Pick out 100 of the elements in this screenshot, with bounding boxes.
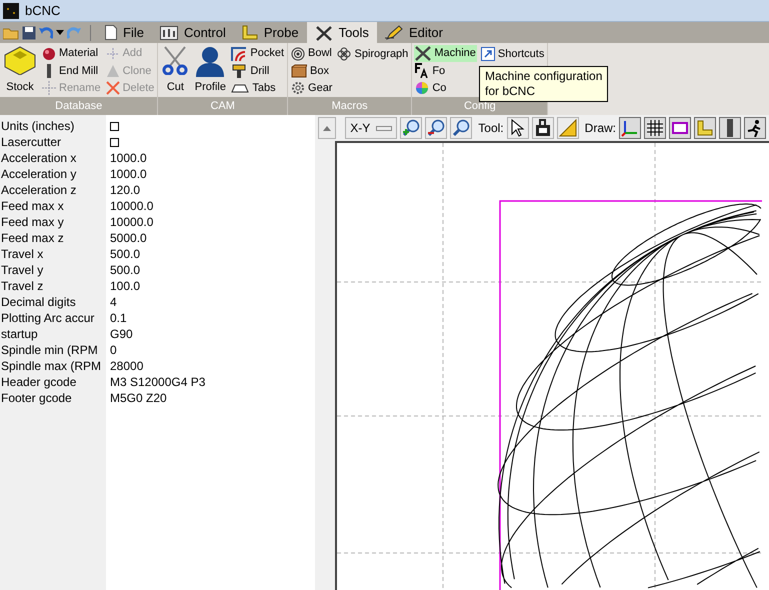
pointer-icon xyxy=(510,119,525,137)
property-label: Units (inches) xyxy=(0,118,76,134)
axes-button[interactable] xyxy=(619,117,641,139)
ribbon-button[interactable]: Gear xyxy=(290,80,334,97)
group-label: Macros xyxy=(288,97,412,115)
ruler-icon xyxy=(242,25,258,40)
checkbox[interactable] xyxy=(110,122,119,130)
tab[interactable]: Tools xyxy=(306,22,377,43)
scroll-up-button[interactable] xyxy=(318,117,336,139)
ribbon-button[interactable]: Co xyxy=(414,80,477,97)
property-value: 500.0 xyxy=(110,246,140,262)
property-value: 120.0 xyxy=(110,182,140,198)
pocket-icon xyxy=(231,46,248,61)
zoom-fit-button[interactable] xyxy=(450,117,472,139)
dropdown-caret-icon xyxy=(56,30,64,36)
set-square-button[interactable] xyxy=(556,117,579,139)
arrow-box-icon xyxy=(480,47,495,61)
property-label: startup xyxy=(0,326,39,342)
group-label: Database xyxy=(0,97,158,115)
ribbon-button[interactable]: End Mill xyxy=(41,62,102,80)
toolbar-label: Tool: xyxy=(478,120,504,137)
ribbon-button[interactable]: Bowl xyxy=(290,45,334,62)
tab[interactable]: Control xyxy=(152,22,234,43)
flower-pattern-icon xyxy=(337,47,352,61)
property-value: 1000.0 xyxy=(110,150,147,166)
property-label: Plotting Arc accur xyxy=(0,310,96,326)
property-label: Acceleration x xyxy=(0,150,78,166)
property-value: 5000.0 xyxy=(110,230,147,246)
property-label: Travel y xyxy=(0,262,44,278)
bowl-icon xyxy=(291,46,306,61)
running-man-button[interactable] xyxy=(744,117,766,139)
zoom-fit-icon xyxy=(452,119,470,137)
grid-button[interactable] xyxy=(644,117,666,139)
ribbon-button[interactable]: Tabs xyxy=(230,80,286,97)
ruler-icon xyxy=(697,120,713,136)
ribbon-button[interactable]: Shortcuts xyxy=(480,45,546,63)
pointer-button[interactable] xyxy=(506,117,529,139)
save-icon xyxy=(22,26,36,40)
control-panel-icon xyxy=(160,26,178,40)
tooltip: Machine configuration for bCNC xyxy=(479,66,608,102)
app-icon xyxy=(3,2,19,18)
open-folder-icon xyxy=(3,26,19,40)
delete-icon xyxy=(106,81,120,96)
margin-icon xyxy=(672,122,688,134)
ribbon-button[interactable]: Stock xyxy=(2,45,38,95)
view-selector[interactable]: X-Y xyxy=(345,117,398,139)
property-value: 0.1 xyxy=(110,310,127,326)
ribbon-button[interactable]: Pocket xyxy=(230,45,286,62)
color-wheel-icon xyxy=(415,81,430,96)
property-value: 0 xyxy=(110,342,117,358)
property-label: Header gcode xyxy=(0,374,78,390)
property-label: Acceleration z xyxy=(0,182,78,198)
gear-icon xyxy=(291,81,306,96)
property-label: Feed max x xyxy=(0,198,65,214)
end-mill-button[interactable] xyxy=(719,117,741,139)
person-silhouette-icon xyxy=(194,45,226,77)
ribbon-button[interactable]: Fo xyxy=(414,62,477,80)
add-icon xyxy=(106,46,120,61)
property-label: Spindle max (RPM xyxy=(0,358,102,374)
property-label: Lasercutter xyxy=(0,134,62,150)
property-value: 10000.0 xyxy=(110,214,154,230)
box-icon xyxy=(291,64,308,78)
property-label: Acceleration y xyxy=(0,166,78,182)
zoom-out-icon xyxy=(427,119,446,137)
property-label: Travel x xyxy=(0,246,44,262)
redo-icon xyxy=(67,26,81,40)
pencil-icon xyxy=(384,25,403,40)
tab-shape-icon xyxy=(231,83,250,94)
window-title: bCNC xyxy=(25,2,60,20)
ribbon-button[interactable]: Machine xyxy=(414,45,477,62)
zoom-out-button[interactable] xyxy=(425,117,448,139)
margin-button[interactable] xyxy=(669,117,691,139)
zoom-in-button[interactable] xyxy=(400,117,422,139)
stock-block-icon xyxy=(3,45,37,75)
property-value: 28000 xyxy=(110,358,144,374)
property-value: 4 xyxy=(110,294,117,310)
group-label: CAM xyxy=(158,97,288,115)
scissors-icon xyxy=(161,45,190,75)
tab[interactable]: Probe xyxy=(234,22,307,43)
ribbon-button[interactable]: Profile xyxy=(193,45,228,95)
ball-icon xyxy=(42,46,56,61)
property-label: Spindle min (RPM xyxy=(0,342,99,358)
property-value: 100.0 xyxy=(110,278,140,294)
tab[interactable]: File xyxy=(97,22,152,43)
grid-icon xyxy=(647,120,663,136)
property-label: Feed max z xyxy=(0,230,65,246)
checkbox[interactable] xyxy=(110,138,119,146)
ruler-button[interactable] xyxy=(694,117,716,139)
tab[interactable]: Editor xyxy=(376,22,451,43)
ribbon-button[interactable]: Spirograph xyxy=(336,45,410,63)
property-value: 500.0 xyxy=(110,262,140,278)
font-icon xyxy=(415,63,430,78)
gantry-button[interactable] xyxy=(532,117,554,139)
up-arrow-icon xyxy=(323,126,332,130)
ribbon-button[interactable]: Cut xyxy=(160,45,190,95)
undo-icon xyxy=(39,26,53,40)
document-icon xyxy=(105,25,117,40)
ribbon-button[interactable]: Material xyxy=(41,45,102,62)
ribbon-button[interactable]: Drill xyxy=(230,62,286,80)
ribbon-button[interactable]: Box xyxy=(290,62,334,80)
